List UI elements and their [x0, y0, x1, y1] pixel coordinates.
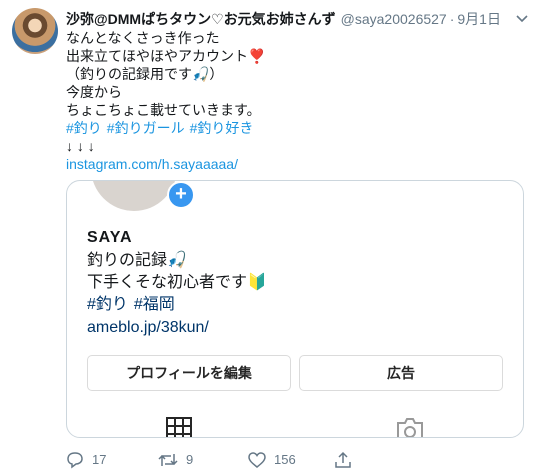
tweet-date[interactable]: 9月1日 — [457, 11, 501, 27]
share-icon — [335, 451, 351, 468]
tweet-actions: 17 9 156 — [66, 448, 526, 470]
reply-count: 17 — [92, 451, 107, 467]
like-icon — [248, 451, 266, 468]
avatar[interactable] — [12, 8, 58, 54]
chevron-down-icon[interactable] — [514, 9, 530, 29]
tweet[interactable]: 沙弥@DMMぱちタウン♡お元気お姉さんず @saya20026527 · 9月1日 な… — [0, 0, 540, 476]
bio-line: 下手くそな初心者です🔰 — [87, 274, 267, 291]
reply-icon — [67, 451, 83, 469]
grid-icon[interactable] — [166, 417, 192, 437]
edit-profile-button[interactable]: プロフィールを編集 — [87, 355, 291, 391]
reply-button[interactable]: 17 — [66, 448, 106, 470]
share-button[interactable] — [334, 448, 352, 470]
camera-icon[interactable] — [395, 417, 425, 437]
profile-name: SAYA — [87, 229, 133, 246]
retweet-icon — [158, 453, 178, 466]
tweet-header: 沙弥@DMMぱちタウン♡お元気お姉さんず @saya20026527 · 9月1日 — [66, 9, 530, 29]
display-name[interactable]: 沙弥@DMMぱちタウン♡お元気お姉さんず — [66, 11, 336, 27]
instagram-card[interactable]: + SAYA 釣りの記録🎣 下手くそな初心者です🔰 #釣り #福岡 ameblo.… — [66, 180, 524, 438]
like-button[interactable]: 156 — [248, 448, 296, 470]
tweet-line: （釣りの記録用です🎣） — [66, 66, 224, 82]
profile-tags: #釣り #福岡 — [87, 294, 181, 316]
hashtag-list: #釣り #釣りガール #釣り好き — [66, 119, 526, 137]
tweet-line: 出来立てほやほやアカウント❣️ — [66, 48, 266, 64]
retweet-count: 9 — [186, 451, 194, 467]
tweet-text: なんとなくさっき作った 出来立てほやほやアカウント❣️ （釣りの記録用です🎣） … — [66, 29, 526, 173]
hashtag-link[interactable]: #釣り好き — [190, 120, 254, 136]
tweet-line: なんとなくさっき作った — [66, 30, 220, 46]
arrows-text: ↓ ↓ ↓ — [66, 138, 95, 154]
profile-tag[interactable]: #釣り — [87, 296, 128, 313]
hashtag-link[interactable]: #釣り — [66, 120, 102, 136]
add-story-icon[interactable]: + — [167, 181, 195, 209]
tweet-line: 今度から — [66, 84, 122, 100]
separator-dot: · — [449, 11, 455, 27]
ads-button[interactable]: 広告 — [299, 355, 503, 391]
tweet-line: ちょこちょこ載せていきます。 — [66, 102, 261, 118]
like-count: 156 — [274, 451, 296, 467]
user-handle[interactable]: @saya20026527 — [341, 11, 447, 27]
bio-line: 釣りの記録🎣 — [87, 252, 187, 269]
profile-tag[interactable]: #福岡 — [134, 296, 175, 313]
profile-photo — [91, 181, 177, 211]
retweet-button[interactable]: 9 — [158, 448, 193, 470]
profile-link[interactable]: ameblo.jp/38kun/ — [87, 317, 209, 339]
instagram-link[interactable]: instagram.com/h.sayaaaaa/ — [66, 155, 526, 173]
hashtag-link[interactable]: #釣りガール — [107, 120, 185, 136]
